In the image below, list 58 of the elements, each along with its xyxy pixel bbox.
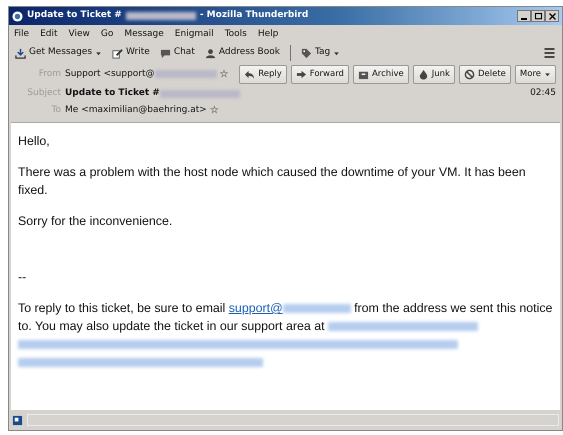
menu-icon — [543, 47, 556, 59]
toolbar-button[interactable]: Get Messages — [15, 46, 102, 60]
minimize-button[interactable] — [517, 10, 531, 22]
window-title: Update to Ticket # — [27, 9, 122, 22]
email-link[interactable]: support@ — [228, 301, 283, 316]
message-subject: Update to Ticket # — [65, 86, 160, 100]
pencil-icon — [112, 48, 124, 58]
connection-icon — [12, 414, 23, 426]
redacted-text — [154, 70, 217, 78]
field-label: From — [38, 68, 61, 81]
menu-item[interactable]: Go — [100, 28, 114, 40]
maximize-icon — [534, 12, 542, 20]
message-text: There was a problem with the host node which caused the downtime of your VM. It has been fixed. — [18, 164, 527, 200]
junk-button[interactable]: Junk — [412, 65, 455, 84]
star-icon[interactable]: ☆ — [210, 103, 219, 118]
toolbar-button[interactable]: Chat — [160, 46, 195, 60]
download-icon — [15, 48, 26, 58]
tag-icon — [300, 48, 312, 58]
redacted-text — [282, 304, 351, 314]
field-label: Subject — [26, 86, 61, 100]
close-button[interactable] — [545, 10, 559, 22]
caret-icon — [544, 70, 551, 78]
person-icon — [204, 48, 216, 58]
prohibited-icon — [464, 68, 475, 80]
redacted-text — [126, 12, 196, 20]
menu-item[interactable]: Help — [258, 28, 278, 40]
toolbar-button[interactable]: Address Book — [204, 46, 280, 60]
message-text: Sorry for the inconvenience. — [18, 213, 174, 230]
reply-button[interactable]: Reply — [239, 65, 287, 84]
window-title: - Mozilla Thunderbird — [200, 9, 308, 22]
more-button[interactable]: More — [514, 65, 556, 84]
message-text: To reply to this ticket, be sure to email support@ from the address we sent this notice to. You may also update the ticket in our support area at — [18, 300, 553, 372]
menu-item[interactable]: Enigmail — [174, 28, 214, 40]
menu-button[interactable] — [543, 47, 556, 59]
toolbar-button[interactable]: Tag — [300, 46, 340, 60]
menu-item[interactable]: Tools — [224, 28, 247, 40]
menu-item[interactable]: File — [14, 28, 30, 40]
signature-separator: -- — [18, 269, 28, 286]
menu-item[interactable]: Message — [124, 28, 164, 40]
maximize-button[interactable] — [531, 10, 545, 22]
app-icon — [12, 10, 23, 22]
forward-button[interactable]: Forward — [290, 65, 349, 84]
delete-button[interactable]: Delete — [458, 65, 511, 84]
sender-address[interactable]: Support <support@ — [65, 68, 155, 82]
archive-button[interactable]: Archive — [352, 65, 409, 84]
recipient-address[interactable]: Me <maximilian@baehring.at> — [65, 104, 207, 118]
close-icon — [548, 12, 556, 20]
chat-bubble-icon — [160, 48, 171, 58]
star-icon[interactable]: ☆ — [220, 66, 229, 82]
menu-item[interactable]: Edit — [40, 28, 58, 40]
minimize-icon — [521, 18, 527, 20]
menu-item[interactable]: View — [68, 28, 90, 40]
arrow-right-icon — [296, 68, 307, 80]
message-time: 02:45 — [530, 86, 556, 100]
field-label: To — [50, 104, 61, 117]
toolbar-button[interactable]: Write — [112, 46, 150, 60]
reply-arrow-icon — [244, 68, 256, 80]
message-text: Hello, — [18, 133, 51, 150]
